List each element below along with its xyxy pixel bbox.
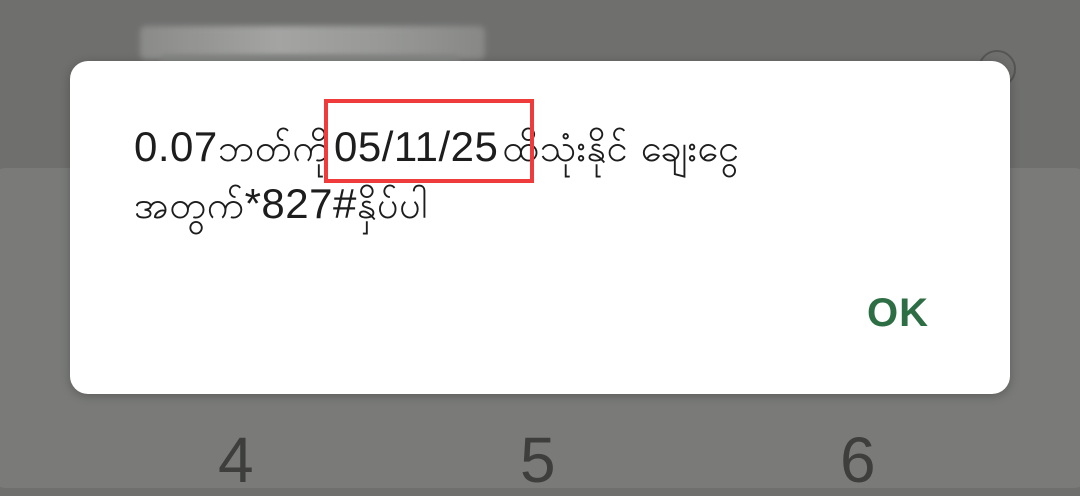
alert-dialog: 0.07ဘတ်ကို05/11/25 ထိသုံးနိုင် ချေးငွေ အတ… — [70, 61, 1010, 394]
message-text-part: နှိပ်ပါ — [356, 183, 428, 227]
message-text-part: အတွက် — [134, 183, 245, 227]
highlighted-date: 05/11/25 — [324, 99, 535, 183]
background-key-5: 5 — [520, 424, 556, 496]
amount-text: 0.07 — [134, 123, 218, 170]
ok-button[interactable]: OK — [858, 283, 938, 343]
message-text-part: ဘတ်ကို — [217, 126, 331, 170]
dialog-message: 0.07ဘတ်ကို05/11/25 ထိသုံးနိုင် ချေးငွေ အတ… — [134, 99, 894, 233]
background-key-4: 4 — [218, 424, 254, 496]
background-key-6: 6 — [840, 424, 876, 496]
message-text-part: ထိသုံးနိုင် ချေးငွေ — [502, 126, 740, 170]
ussd-code: *827# — [244, 180, 357, 227]
